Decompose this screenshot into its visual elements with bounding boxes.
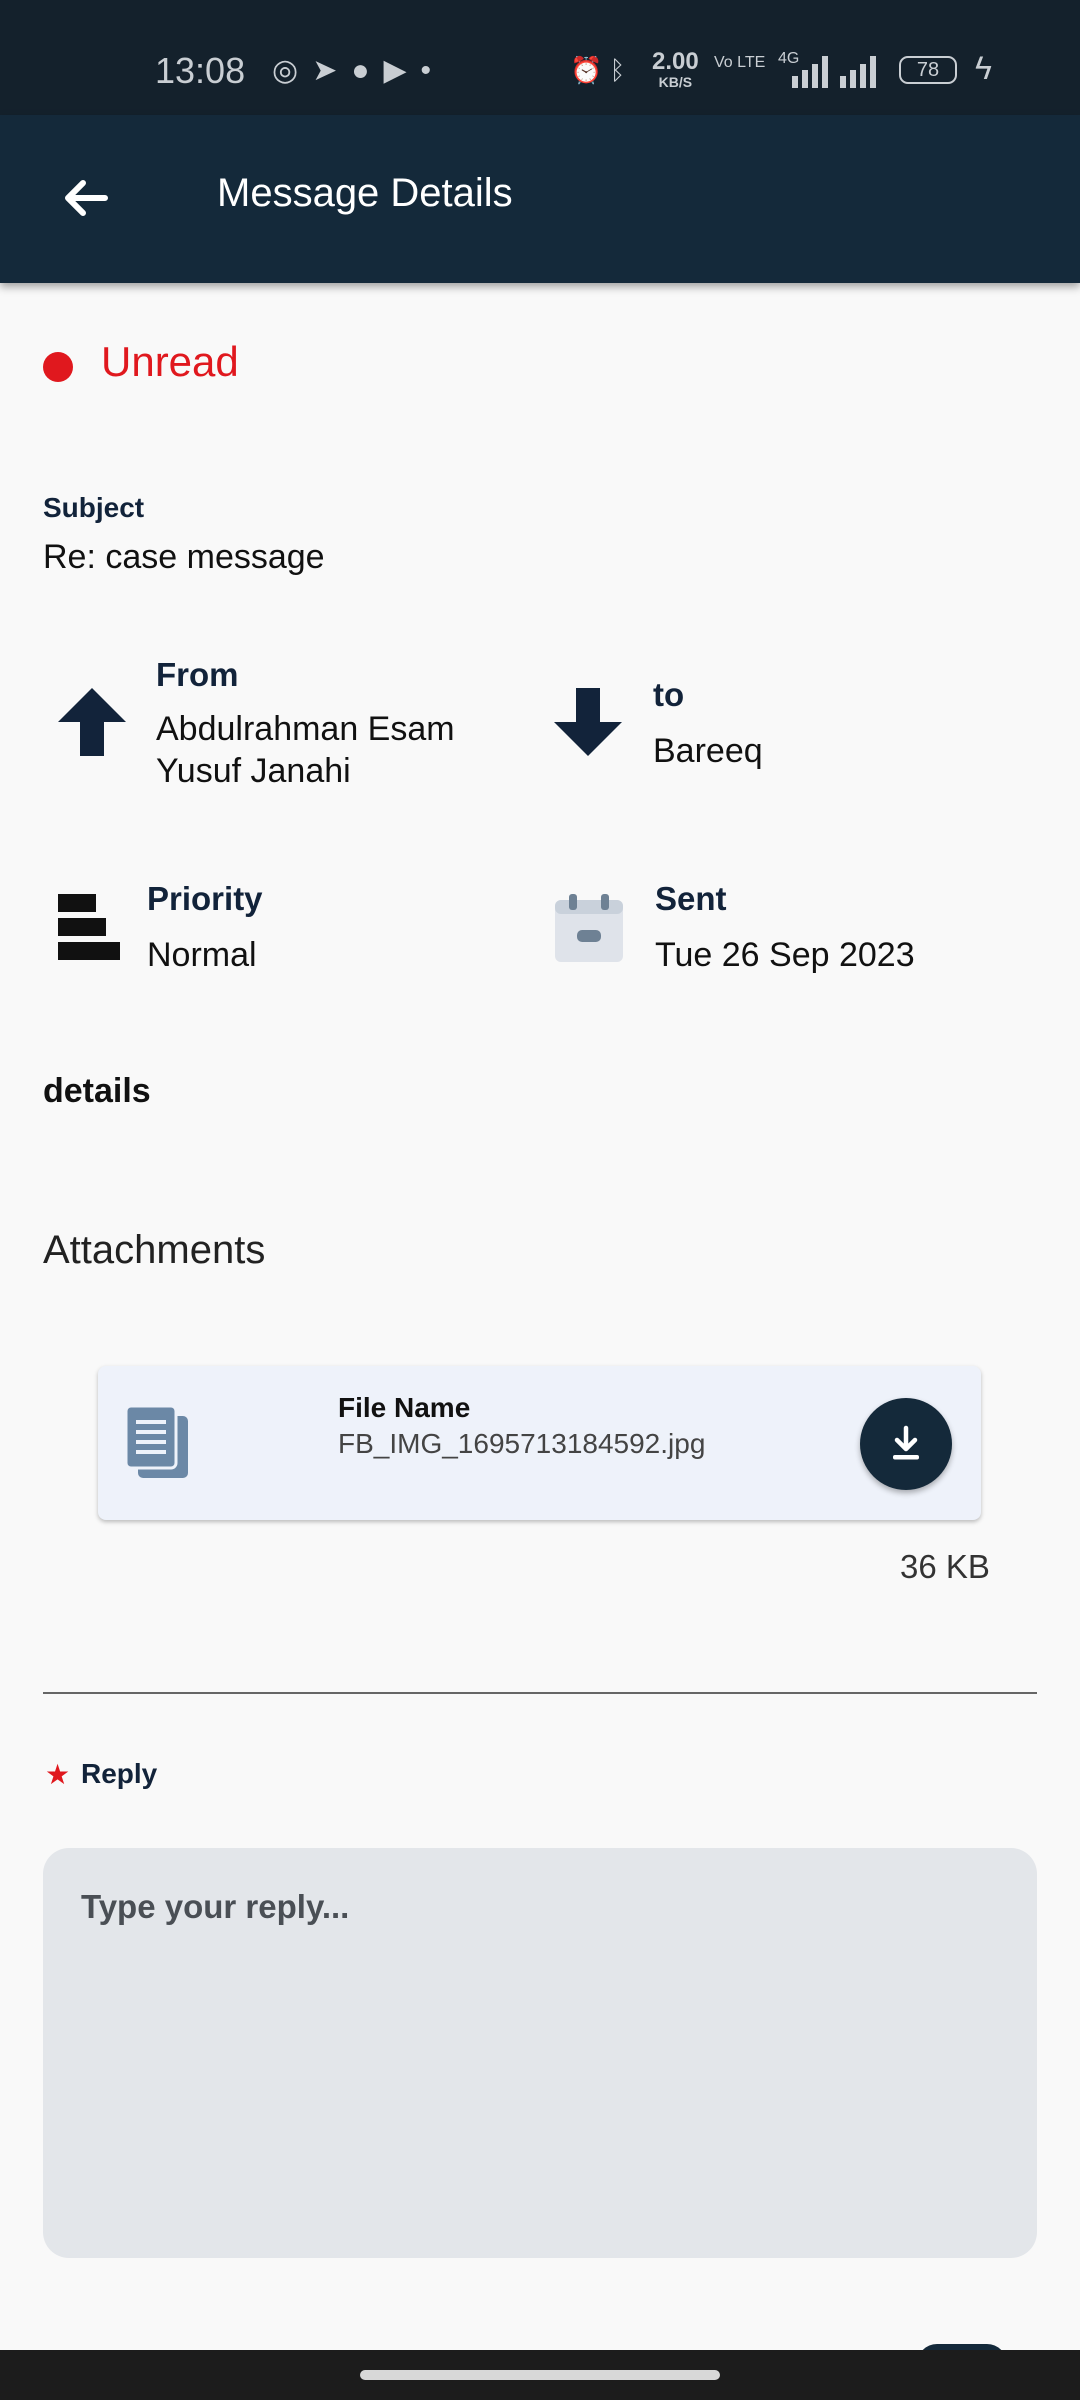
whatsapp-icon: ◎ xyxy=(272,54,313,87)
reply-input[interactable] xyxy=(43,1848,1037,2258)
back-arrow-icon xyxy=(65,180,108,216)
download-button[interactable] xyxy=(860,1398,952,1490)
telegram-icon: ➤ xyxy=(312,54,352,87)
from-value-line2: Yusuf Janahi xyxy=(156,752,351,790)
battery-level: 78 xyxy=(916,59,940,81)
subject-label: Subject xyxy=(43,492,145,523)
bluetooth-icon: ᛒ xyxy=(609,55,626,85)
priority-value: Normal xyxy=(147,936,257,974)
chat-icon: ● xyxy=(351,54,384,87)
charging-icon: ϟ xyxy=(975,50,992,86)
sent-value: Tue 26 Sep 2023 xyxy=(655,936,915,974)
required-star-icon: ★ xyxy=(45,1759,71,1790)
signal-icon xyxy=(792,54,828,88)
app-bar: Message Details xyxy=(0,115,1080,283)
alarm-bluetooth-icons: ⏰ ᛒ xyxy=(570,55,625,86)
download-icon xyxy=(893,1425,919,1460)
attachments-title: Attachments xyxy=(43,1228,266,1272)
page-title: Message Details xyxy=(217,171,513,215)
notification-icons: ◎➤●▶• xyxy=(272,53,445,88)
from-label: From xyxy=(156,656,239,693)
reply-label: Reply xyxy=(81,1758,158,1789)
net-speed-unit: KB/S xyxy=(658,74,693,90)
net-speed-value: 2.00 xyxy=(652,48,699,75)
signal-icon-2 xyxy=(840,54,876,88)
youtube-icon: ▶ xyxy=(383,54,421,87)
subject-value: Re: case message xyxy=(43,538,325,576)
arrow-down-icon xyxy=(554,688,622,756)
dot-icon: • xyxy=(420,54,446,87)
message-status: Unread xyxy=(101,338,239,385)
status-time: 13:08 xyxy=(155,50,246,91)
unread-dot-icon xyxy=(43,352,73,382)
status-bar: 13:08 ◎➤●▶• ⏰ ᛒ 2.00 KB/S Vo LTE 4G 78 ϟ xyxy=(0,0,1080,115)
volte-indicator: Vo LTE xyxy=(714,54,766,71)
document-icon xyxy=(124,1404,188,1478)
file-size: 36 KB xyxy=(900,1548,990,1585)
attachment-card[interactable]: File Name FB_IMG_1695713184592.jpg xyxy=(98,1366,981,1520)
alarm-icon: ⏰ xyxy=(570,55,603,85)
file-name-value: FB_IMG_1695713184592.jpg xyxy=(338,1428,706,1459)
arrow-up-icon xyxy=(58,688,126,756)
divider xyxy=(43,1692,1037,1694)
home-indicator[interactable] xyxy=(360,2370,720,2380)
net-speed: 2.00 KB/S xyxy=(652,50,699,92)
calendar-icon xyxy=(555,894,623,962)
battery-icon: 78 xyxy=(899,56,957,84)
details-label: details xyxy=(43,1072,151,1110)
to-label: to xyxy=(653,676,685,713)
from-value-line1: Abdulrahman Esam xyxy=(156,710,455,748)
to-value: Bareeq xyxy=(653,732,763,770)
back-button[interactable] xyxy=(50,165,120,235)
priority-label: Priority xyxy=(147,880,263,917)
sent-label: Sent xyxy=(655,880,727,917)
priority-bars-icon xyxy=(58,894,120,960)
system-nav-bar xyxy=(0,2350,1080,2400)
file-name-label: File Name xyxy=(338,1392,471,1423)
